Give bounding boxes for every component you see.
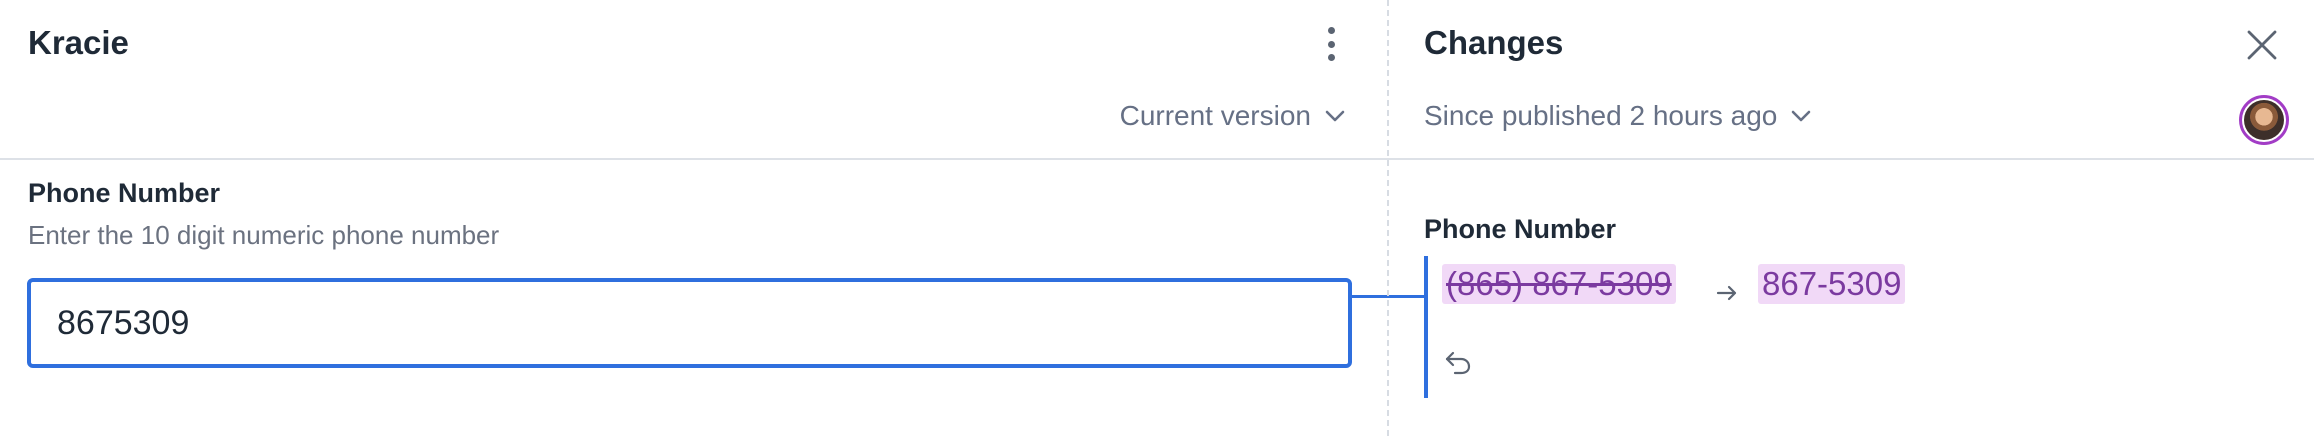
chevron-down-icon bbox=[1325, 110, 1345, 122]
editor-pane: Kracie Current version Phone Number Ente… bbox=[0, 0, 1387, 436]
chevron-down-icon bbox=[1792, 110, 1811, 122]
avatar[interactable] bbox=[2239, 95, 2289, 145]
more-options-icon[interactable] bbox=[1316, 22, 1346, 66]
changed-field-label: Phone Number bbox=[1424, 214, 1617, 244]
phone-number-input[interactable] bbox=[27, 278, 1352, 368]
dot bbox=[1327, 40, 1335, 48]
version-dropdown[interactable]: Current version bbox=[1120, 100, 1347, 132]
undo-icon[interactable] bbox=[1442, 346, 1474, 378]
document-title: Kracie bbox=[28, 24, 129, 61]
close-icon[interactable] bbox=[2245, 28, 2279, 62]
new-value: 867-5309 bbox=[1758, 264, 1906, 304]
changes-title: Changes bbox=[1424, 24, 1564, 61]
dot bbox=[1327, 54, 1335, 61]
version-label: Current version bbox=[1119, 100, 1311, 131]
since-label: Since published 2 hours ago bbox=[1424, 100, 1778, 131]
since-dropdown[interactable]: Since published 2 hours ago bbox=[1424, 100, 1813, 132]
phone-number-label: Phone Number bbox=[28, 178, 221, 208]
avatar-image bbox=[2244, 100, 2284, 140]
phone-number-help: Enter the 10 digit numeric phone number bbox=[28, 220, 500, 250]
changes-pane: Changes Since published 2 hours ago Phon… bbox=[1388, 0, 2314, 436]
old-value: (865) 867-5309 bbox=[1442, 264, 1676, 304]
arrow-right-icon bbox=[1716, 285, 1737, 301]
change-indicator-bar bbox=[1424, 256, 1428, 398]
dot bbox=[1327, 27, 1335, 34]
